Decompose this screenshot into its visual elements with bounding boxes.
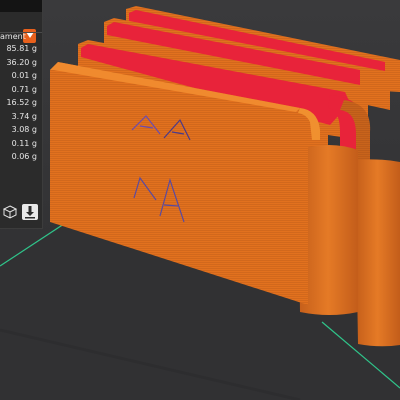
3d-viewport[interactable] [0, 0, 400, 400]
list-item: 0.71 g [0, 85, 42, 99]
filament-column-label: ament [0, 32, 26, 41]
weight-value: 0.11 g [11, 138, 37, 148]
weight-value: 3.74 g [11, 111, 37, 121]
filament-weight-list: 85.81 g 36.20 g 0.01 g 0.71 g 16.52 g 3.… [0, 44, 42, 166]
list-item: 0.01 g [0, 71, 42, 85]
panel-icon-bar [0, 200, 42, 224]
list-item: 3.08 g [0, 125, 42, 139]
list-item: 0.11 g [0, 139, 42, 153]
sliced-info-panel: ament 85.81 g 36.20 g 0.01 g 0.71 g 16.5… [0, 0, 43, 229]
weight-value: 16.52 g [6, 98, 37, 107]
weight-value: 3.08 g [11, 125, 37, 134]
weight-value: 85.81 g [6, 44, 37, 53]
panel-header [0, 14, 42, 43]
list-item: 85.81 g [0, 44, 42, 58]
list-item: 0.06 g [0, 152, 42, 166]
weight-value: 0.71 g [11, 84, 37, 94]
list-item: 3.74 g [0, 112, 42, 126]
cube-icon[interactable] [2, 204, 18, 220]
weight-value: 0.06 g [11, 152, 37, 161]
export-icon[interactable] [22, 204, 38, 220]
weight-value: 0.01 g [11, 71, 37, 80]
list-item: 36.20 g [0, 58, 42, 72]
panel-top-bar [0, 0, 42, 12]
weight-value: 36.20 g [6, 57, 37, 67]
list-item: 16.52 g [0, 98, 42, 112]
